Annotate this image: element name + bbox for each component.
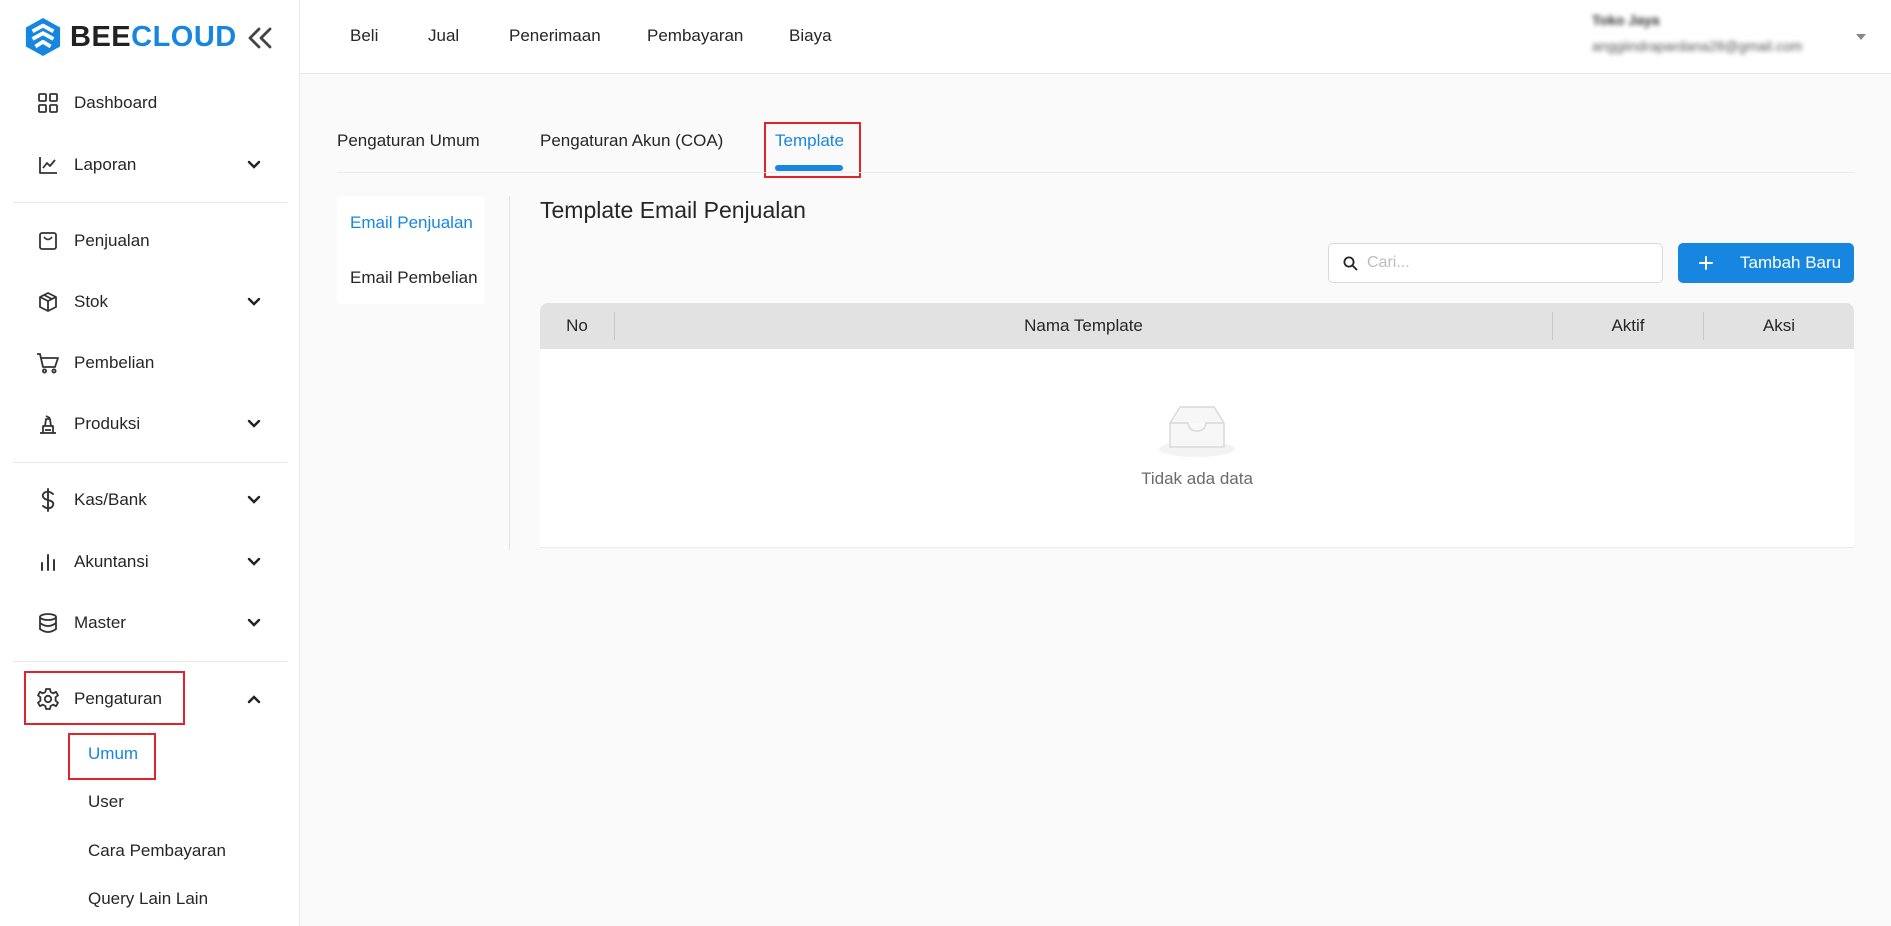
bar-chart-icon [36,550,60,574]
add-new-label: Tambah Baru [1740,253,1842,272]
sidebar-item-stok[interactable]: Stok [24,280,274,324]
sidebar-item-laporan[interactable]: Laporan [24,143,274,187]
sidebar-divider [13,661,287,662]
box-icon [36,290,60,314]
topnav-pembayaran[interactable]: Pembayaran [647,26,743,46]
chevron-down-icon [246,416,262,432]
sidebar-subitem-cara-pembayaran[interactable]: Cara Pembayaran [88,841,226,861]
double-chevron-left-icon [248,27,272,49]
column-header-aksi[interactable]: Aksi [1704,303,1854,349]
add-new-button[interactable]: Tambah Baru [1678,243,1854,283]
chevron-down-icon [246,157,262,173]
sidebar-item-label: Stok [74,292,109,311]
user-menu[interactable]: Toko Jaya anggiindrapardana28@gmail.com [1592,12,1802,54]
empty-state-text: Tidak ada data [1141,469,1253,488]
database-icon [36,611,60,635]
brand-logo[interactable]: BEECLOUD [24,16,237,58]
active-tab-indicator [775,165,843,171]
bee-logo-icon [25,18,61,56]
topnav-beli[interactable]: Beli [350,26,378,46]
sidebar-item-label: Pengaturan [74,689,162,708]
menu-email-pembelian[interactable]: Email Pembelian [350,268,478,288]
topnav-jual[interactable]: Jual [428,26,459,46]
sidebar-item-label: Dashboard [74,93,158,112]
sidebar-subitem-user[interactable]: User [88,792,124,812]
search-box[interactable] [1328,243,1663,283]
chevron-down-icon [246,554,262,570]
column-header-nama-template[interactable]: Nama Template [615,303,1552,349]
sidebar-item-master[interactable]: Master [24,601,274,645]
dollar-icon [36,488,60,512]
sidebar-item-label: Penjualan [74,231,150,250]
sidebar-item-produksi[interactable]: Produksi [24,402,274,446]
template-type-menu: Email Penjualan Email Pembelian [337,196,485,304]
sidebar-item-label: Kas/Bank [74,490,147,509]
tab-pengaturan-umum[interactable]: Pengaturan Umum [337,131,480,151]
sidebar-item-pengaturan[interactable]: Pengaturan [24,677,274,721]
gear-icon [36,687,60,711]
sidebar-item-label: Pembelian [74,353,155,372]
cart-icon [36,351,60,375]
brand-name: BEECLOUD [70,20,237,53]
topnav-penerimaan[interactable]: Penerimaan [509,26,601,46]
table-body: Tidak ada data [540,349,1854,548]
sidebar-subitem-umum[interactable]: Umum [88,744,138,764]
sidebar-item-penjualan[interactable]: Penjualan [24,219,274,263]
search-input[interactable] [1367,254,1657,272]
sidebar-item-akuntansi[interactable]: Akuntansi [24,540,274,584]
page-title: Template Email Penjualan [540,197,806,223]
sidebar-item-label: Akuntansi [74,552,149,571]
user-email: anggiindrapardana28@gmail.com [1592,38,1803,54]
empty-inbox-icon [1159,406,1235,457]
top-bar: Beli Jual Penerimaan Pembayaran Biaya To… [300,0,1891,74]
shopping-bag-icon [36,229,60,253]
line-chart-icon [36,153,60,177]
tab-template[interactable]: Template [775,131,844,151]
table-header: No Nama Template Aktif Aksi [540,303,1854,349]
column-header-no[interactable]: No [540,303,614,349]
plus-icon [1698,255,1714,271]
sidebar-item-pembelian[interactable]: Pembelian [24,341,274,385]
tabs-divider [337,172,1854,173]
sidebar-divider [13,462,287,463]
sidebar-item-dashboard[interactable]: Dashboard [24,81,274,125]
chevron-up-icon [246,691,262,707]
caret-down-icon[interactable] [1856,34,1866,40]
user-name: Toko Jaya [1592,12,1660,28]
sidebar-item-label: Master [74,613,126,632]
menu-divider [509,196,510,550]
sidebar-divider [13,202,287,203]
production-icon [36,412,60,436]
topnav-biaya[interactable]: Biaya [789,26,832,46]
column-header-aktif[interactable]: Aktif [1553,303,1703,349]
sidebar-item-label: Laporan [74,155,137,174]
dashboard-grid-icon [36,91,60,115]
sidebar-item-label: Produksi [74,414,141,433]
tab-pengaturan-akun[interactable]: Pengaturan Akun (COA) [540,131,723,151]
collapse-sidebar-button[interactable] [246,24,274,52]
chevron-down-icon [246,615,262,631]
search-icon [1343,255,1359,271]
sidebar-item-kas-bank[interactable]: Kas/Bank [24,478,274,522]
chevron-down-icon [246,294,262,310]
chevron-down-icon [246,492,262,508]
sidebar-subitem-query-lain-lain[interactable]: Query Lain Lain [88,889,208,909]
menu-email-penjualan[interactable]: Email Penjualan [350,213,473,233]
sidebar: BEECLOUD Dashboard Laporan Penjualan Sto… [0,0,300,926]
